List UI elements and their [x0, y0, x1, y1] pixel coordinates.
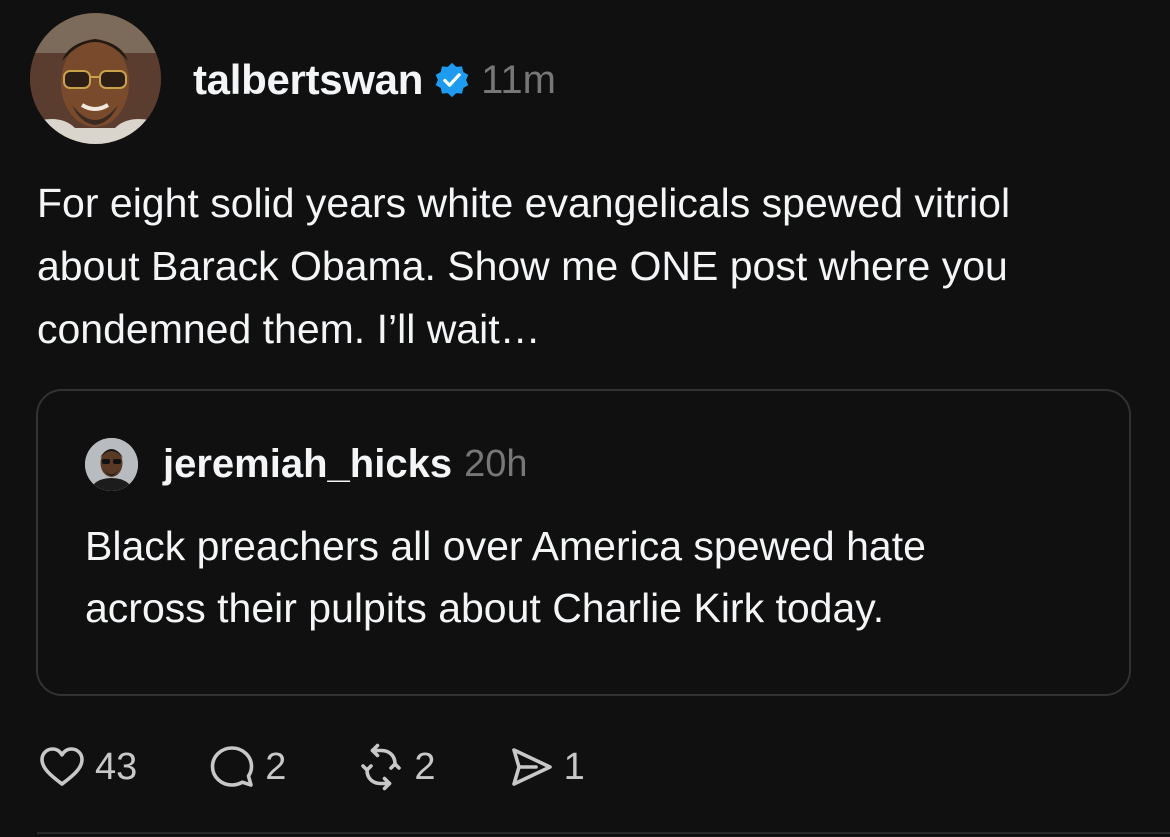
heart-icon	[40, 747, 84, 786]
verified-badge-icon	[433, 61, 471, 99]
quoted-post-body-text: Black preachers all over America spewed …	[85, 523, 926, 631]
quoted-post-timestamp: 20h	[464, 442, 528, 485]
author-avatar-image	[30, 13, 161, 144]
author-username[interactable]: talbertswan	[193, 56, 423, 104]
comment-icon	[210, 746, 254, 787]
repost-button[interactable]: 2	[356, 742, 436, 792]
reply-button[interactable]: 2	[207, 742, 286, 792]
reply-count: 2	[265, 745, 287, 788]
quoted-post-card[interactable]: jeremiah_hicks 20h Black preachers all o…	[36, 389, 1131, 696]
post-timestamp: 11m	[481, 57, 556, 102]
like-count: 43	[95, 745, 138, 788]
share-count: 1	[563, 745, 585, 788]
quoted-author-username[interactable]: jeremiah_hicks	[163, 442, 452, 487]
post-actions-bar: 43 2 2 1	[37, 740, 655, 794]
author-avatar[interactable]	[30, 13, 161, 144]
quoted-author-avatar-image	[85, 437, 138, 491]
send-icon	[511, 748, 552, 786]
quoted-author-avatar[interactable]	[85, 437, 138, 491]
repost-count: 2	[414, 745, 436, 788]
post-divider	[37, 832, 1170, 834]
like-button[interactable]: 43	[37, 742, 137, 792]
share-button[interactable]: 1	[506, 742, 585, 792]
quoted-post-header: jeremiah_hicks 20h	[85, 436, 527, 492]
post-body-text: For eight solid years white evangelicals…	[37, 180, 1011, 352]
repost-icon	[361, 743, 402, 791]
post-header: talbertswan 11m	[193, 52, 556, 108]
